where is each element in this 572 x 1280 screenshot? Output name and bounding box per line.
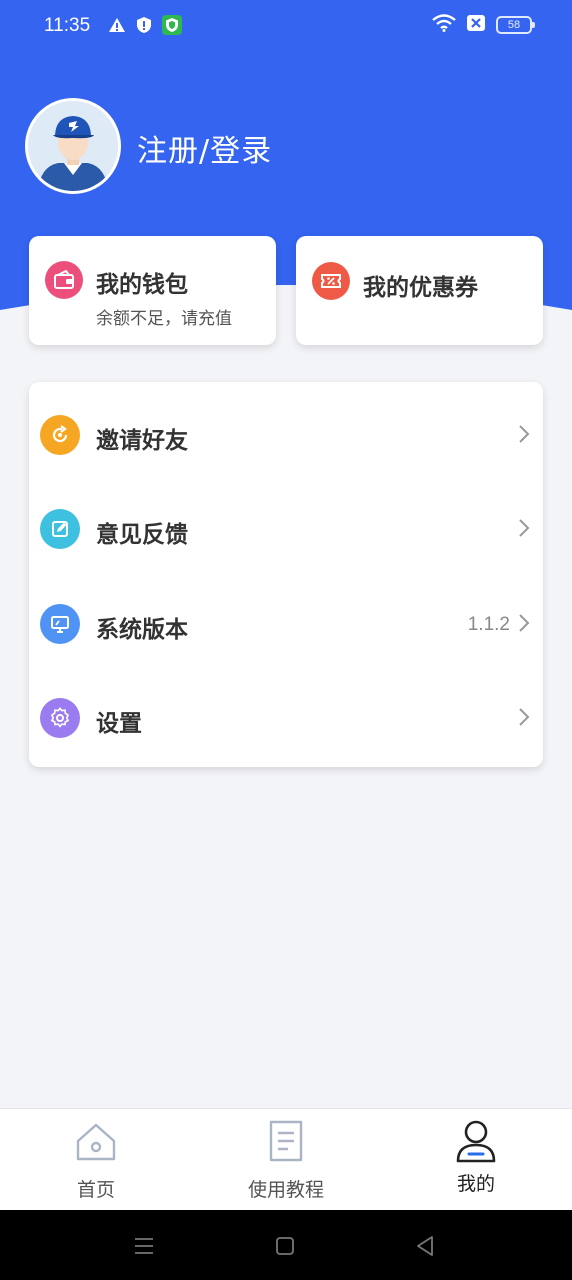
ticket-icon [312,262,350,300]
edit-icon [40,509,80,549]
status-icons-left [108,15,182,39]
menu-item-settings[interactable]: 设置 [29,668,543,762]
user-icon [456,1120,496,1163]
menu-item-feedback[interactable]: 意见反馈 [29,479,543,573]
menu-item-label: 设置 [96,711,142,737]
wallet-card[interactable]: 我的钱包 余额不足，请充值 [29,236,276,345]
wallet-balance-hint: 余额不足，请充值 [96,309,232,329]
bottom-tab-bar: 首页 使用教程 我的 [0,1108,572,1210]
coupon-title: 我的优惠券 [363,275,478,301]
wifi-icon [432,14,456,36]
avatar[interactable] [25,98,121,194]
tab-mine[interactable]: 我的 [381,1109,571,1211]
tab-label: 首页 [76,1179,115,1201]
document-icon [269,1120,303,1162]
menu-item-system-version[interactable]: 系统版本 1.1.2 [29,574,543,668]
coupon-card[interactable]: 我的优惠券 [296,236,543,345]
tab-home[interactable]: 首页 [1,1109,191,1211]
battery-icon: 58 [496,16,535,34]
chevron-right-icon [519,614,530,632]
shield-alert-icon [136,16,152,38]
home-square-icon[interactable] [275,1236,295,1256]
version-number: 1.1.2 [467,614,510,635]
back-icon[interactable] [415,1235,435,1257]
wallet-title: 我的钱包 [96,272,188,298]
tab-label: 我的 [456,1173,495,1195]
menu-list: 邀请好友 意见反馈 系统版本 1.1.2 设置 [29,382,543,767]
tab-tutorial[interactable]: 使用教程 [191,1109,381,1211]
tab-label: 使用教程 [247,1179,324,1201]
system-nav-bar [0,1210,572,1280]
chevron-right-icon [519,708,530,726]
menu-item-label: 邀请好友 [96,428,188,454]
vpn-shield-icon [162,15,182,39]
monitor-icon [40,604,80,644]
chevron-right-icon [519,425,530,443]
status-time: 11:35 [44,15,91,36]
refresh-icon [40,415,80,455]
status-icons-right: 58 [432,14,535,36]
home-icon [76,1123,116,1161]
status-bar: 11:35 58 [0,0,572,52]
menu-item-label: 意见反馈 [96,522,188,548]
login-register-link[interactable]: 注册/登录 [137,126,272,170]
gear-icon [40,698,80,738]
menu-icon[interactable] [133,1236,155,1256]
menu-item-invite-friends[interactable]: 邀请好友 [29,385,543,479]
wallet-icon [45,261,83,299]
menu-item-label: 系统版本 [96,617,188,643]
chevron-right-icon [519,519,530,537]
sim-off-icon [466,14,486,36]
warning-icon [108,16,126,38]
